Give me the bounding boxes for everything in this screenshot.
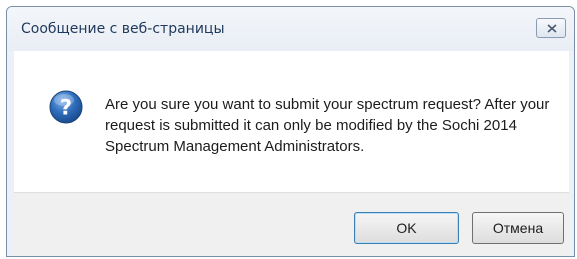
close-button[interactable] (536, 18, 566, 38)
dialog-footer: OK Отмена (14, 192, 569, 256)
dialog-titlebar[interactable]: Сообщение с веб-страницы (7, 7, 574, 51)
dialog-title: Сообщение с веб-страницы (21, 21, 225, 37)
question-icon: ? (49, 90, 83, 124)
ok-button[interactable]: OK (354, 212, 459, 244)
svg-text:?: ? (60, 96, 72, 120)
dialog-content: ? Are you sure you want to submit your s… (14, 51, 569, 192)
close-icon (547, 24, 557, 33)
cancel-button[interactable]: Отмена (472, 212, 564, 244)
message-dialog: Сообщение с веб-страницы ? Are you sure … (6, 6, 575, 257)
dialog-message: Are you sure you want to submit your spe… (105, 96, 550, 155)
